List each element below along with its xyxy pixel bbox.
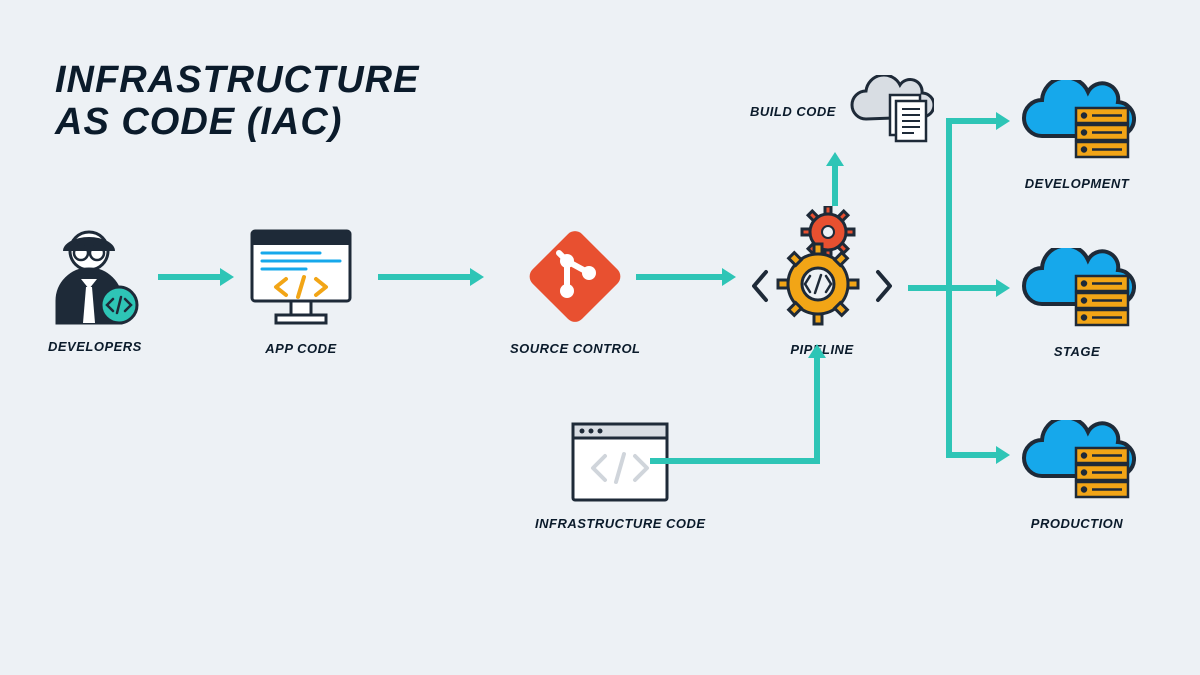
arrow-head-icon — [722, 268, 736, 286]
git-icon — [523, 225, 627, 329]
arrow-to-stage — [946, 285, 996, 291]
infrastructure-code-label: INFRASTRUCTURE CODE — [535, 516, 706, 531]
node-source-control: SOURCE CONTROL — [510, 225, 641, 356]
cloud-servers-icon — [1018, 80, 1136, 164]
arrow-infra-to-pipeline-h — [650, 458, 820, 464]
node-production: PRODUCTION — [1018, 420, 1136, 531]
source-control-label: SOURCE CONTROL — [510, 341, 641, 356]
node-pipeline: PIPELINE — [752, 206, 892, 357]
node-stage: STAGE — [1018, 248, 1136, 359]
monitor-code-icon — [246, 225, 356, 329]
node-developers: DEVELOPERS — [48, 227, 142, 354]
node-build-code: BUILD CODE — [750, 75, 934, 147]
arrow-head-icon — [996, 112, 1010, 130]
arrow-app-to-source — [378, 274, 470, 280]
pipeline-gears-icon — [752, 206, 892, 330]
app-code-label: APP CODE — [265, 341, 336, 356]
cloud-servers-icon — [1018, 420, 1136, 504]
arrow-pipeline-to-build — [832, 166, 838, 206]
development-label: DEVELOPMENT — [1025, 176, 1129, 191]
title-line-2: AS CODE (IAC) — [55, 102, 419, 144]
title-line-1: INFRASTRUCTURE — [55, 60, 419, 102]
arrow-dev-to-app — [158, 274, 220, 280]
node-development: DEVELOPMENT — [1018, 80, 1136, 191]
diagram-title: INFRASTRUCTURE AS CODE (IAC) — [55, 60, 419, 144]
arrow-source-to-pipeline — [636, 274, 722, 280]
cloud-servers-icon — [1018, 248, 1136, 332]
arrow-head-icon — [470, 268, 484, 286]
arrow-head-icon — [808, 344, 826, 358]
build-code-label: BUILD CODE — [750, 104, 836, 119]
arrow-head-icon — [996, 279, 1010, 297]
arrow-to-development — [946, 118, 996, 124]
developer-icon — [49, 227, 141, 327]
arrow-head-icon — [826, 152, 844, 166]
production-label: PRODUCTION — [1031, 516, 1123, 531]
developers-label: DEVELOPERS — [48, 339, 142, 354]
node-app-code: APP CODE — [246, 225, 356, 356]
cloud-document-icon — [846, 75, 934, 147]
arrow-infra-to-pipeline-v — [814, 358, 820, 464]
arrow-head-icon — [996, 446, 1010, 464]
stage-label: STAGE — [1054, 344, 1100, 359]
arrow-to-production — [946, 452, 996, 458]
node-infrastructure-code: INFRASTRUCTURE CODE — [535, 420, 706, 531]
arrow-head-icon — [220, 268, 234, 286]
